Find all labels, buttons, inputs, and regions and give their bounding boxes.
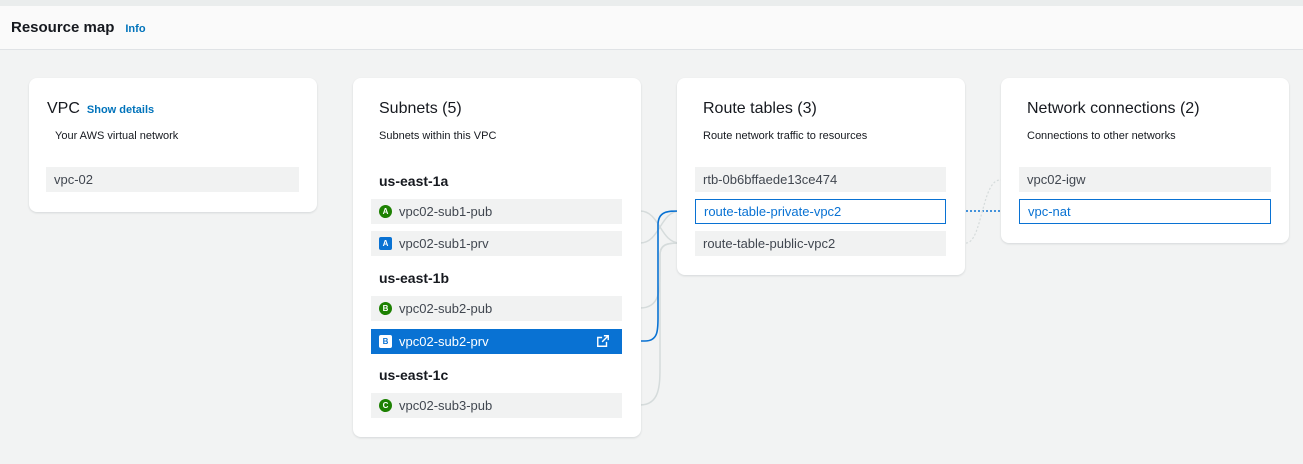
vpc-card-subtitle: Your AWS virtual network (55, 130, 179, 142)
vpc-item[interactable]: vpc-02 (46, 167, 299, 192)
subnet-item-selected[interactable]: B vpc02-sub2-prv (371, 329, 622, 354)
network-connection-item-highlighted[interactable]: vpc-nat (1019, 199, 1271, 224)
route-table-item[interactable]: route-table-public-vpc2 (695, 231, 946, 256)
public-subnet-badge-icon: C (379, 399, 392, 412)
subnet-item-label: vpc02-sub3-pub (399, 398, 493, 413)
zone-label: us-east-1c (379, 367, 449, 383)
info-link[interactable]: Info (125, 23, 145, 35)
public-subnet-badge-icon: B (379, 302, 392, 315)
route-table-item[interactable]: rtb-0b6bffaede13ce474 (695, 167, 946, 192)
private-subnet-badge-icon: B (379, 335, 392, 348)
route-tables-card-title: Route tables (3) (703, 100, 817, 117)
resource-map-header: Resource map Info (0, 6, 1303, 50)
zone-label: us-east-1b (379, 270, 450, 286)
network-connections-card: Network connections (2) Connections to o… (1001, 78, 1289, 243)
route-table-item-label: route-table-private-vpc2 (704, 204, 842, 219)
zone-label: us-east-1a (379, 173, 449, 189)
network-connection-item-label: vpc02-igw (1027, 172, 1086, 187)
subnets-card-subtitle: Subnets within this VPC (379, 130, 497, 142)
network-connections-card-subtitle: Connections to other networks (1027, 130, 1176, 142)
subnet-item[interactable]: C vpc02-sub3-pub (371, 393, 622, 418)
network-connections-card-title: Network connections (2) (1027, 100, 1200, 117)
public-subnet-badge-icon: A (379, 205, 392, 218)
route-tables-card: Route tables (3) Route network traffic t… (677, 78, 965, 275)
subnet-item-label: vpc02-sub1-pub (399, 204, 493, 219)
subnet-item-label: vpc02-sub2-prv (399, 334, 489, 349)
subnet-item[interactable]: A vpc02-sub1-pub (371, 199, 622, 224)
route-table-item-highlighted[interactable]: route-table-private-vpc2 (695, 199, 946, 224)
subnets-card-title: Subnets (5) (379, 100, 462, 117)
vpc-card-title-row: VPC Show details (47, 100, 154, 118)
private-subnet-badge-icon: A (379, 237, 392, 250)
vpc-card-title: VPC (47, 100, 80, 117)
subnet-item[interactable]: A vpc02-sub1-prv (371, 231, 622, 256)
subnet-item[interactable]: B vpc02-sub2-pub (371, 296, 622, 321)
page-title: Resource map (11, 19, 115, 36)
subnet-item-label: vpc02-sub1-prv (399, 236, 489, 251)
vpc-item-label: vpc-02 (54, 172, 94, 187)
subnets-card: Subnets (5) Subnets within this VPC us-e… (353, 78, 641, 437)
route-tables-card-subtitle: Route network traffic to resources (703, 130, 868, 142)
vpc-card: VPC Show details Your AWS virtual networ… (29, 78, 317, 212)
network-connection-item-label: vpc-nat (1028, 204, 1071, 219)
network-connection-item[interactable]: vpc02-igw (1019, 167, 1271, 192)
route-table-item-label: route-table-public-vpc2 (703, 236, 836, 251)
show-details-link[interactable]: Show details (87, 104, 154, 116)
route-table-item-label: rtb-0b6bffaede13ce474 (703, 172, 838, 187)
subnet-item-label: vpc02-sub2-pub (399, 301, 493, 316)
external-link-icon[interactable] (596, 334, 610, 348)
